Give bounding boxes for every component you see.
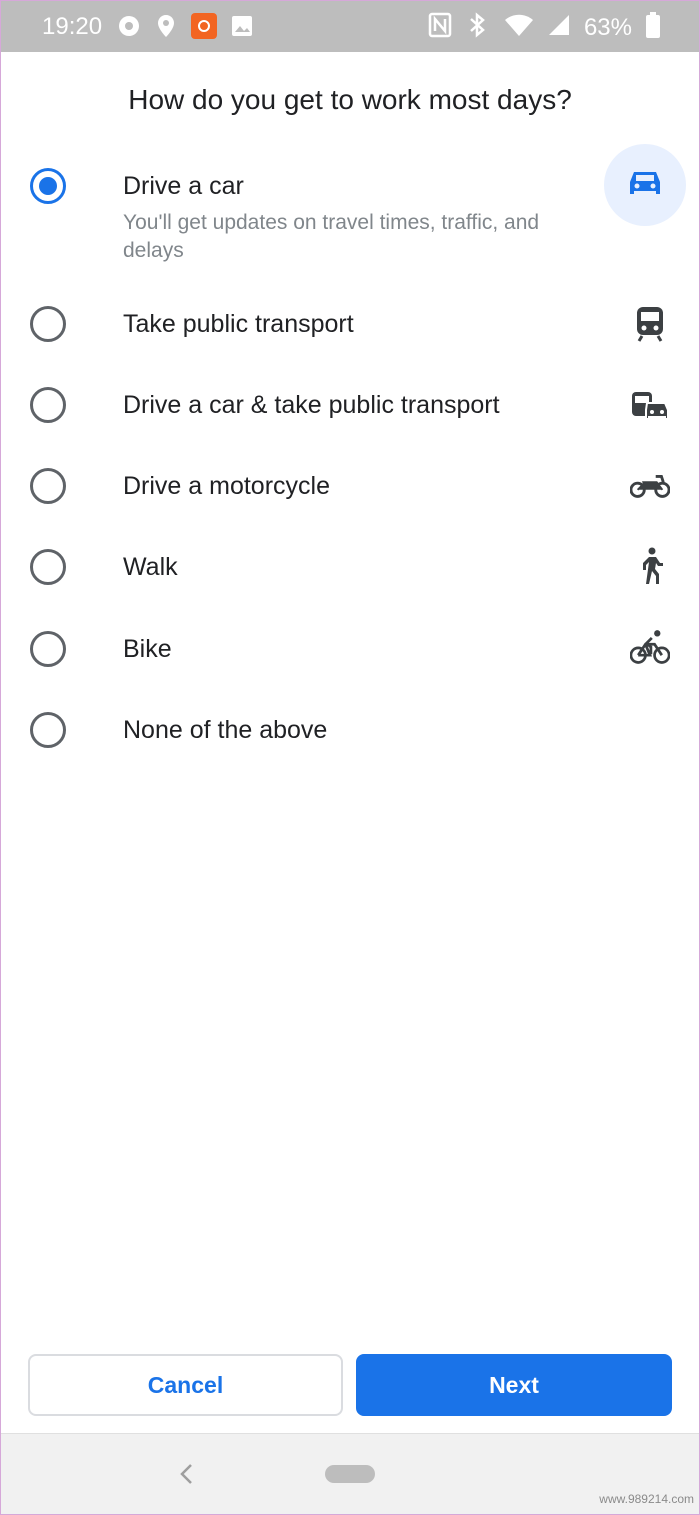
app-notification-icon <box>191 13 217 39</box>
motorcycle-icon <box>630 466 670 506</box>
next-button[interactable]: Next <box>356 1354 672 1416</box>
question-title: How do you get to work most days? <box>128 84 572 115</box>
wifi-icon <box>504 13 534 42</box>
cancel-button[interactable]: Cancel <box>28 1354 343 1416</box>
nfc-icon <box>428 12 452 43</box>
location-icon <box>153 13 179 39</box>
option-car-and-transport[interactable]: Drive a car & take public transport <box>0 371 700 441</box>
option-label: Drive a motorcycle <box>123 472 330 500</box>
option-label: Walk <box>123 553 178 581</box>
option-label: Drive a car <box>123 172 244 200</box>
option-public-transport[interactable]: Take public transport <box>0 290 700 360</box>
bike-icon <box>630 627 670 667</box>
radio-walk[interactable] <box>30 549 66 585</box>
option-drive-car[interactable]: Drive a car You'll get updates on travel… <box>0 144 700 270</box>
radio-none[interactable] <box>30 712 66 748</box>
bluetooth-icon <box>466 12 490 43</box>
radio-motorcycle[interactable] <box>30 468 66 504</box>
option-motorcycle[interactable]: Drive a motorcycle <box>0 452 700 522</box>
car-icon <box>628 168 662 203</box>
train-icon <box>630 304 670 344</box>
radio-public-transport[interactable] <box>30 306 66 342</box>
back-icon[interactable] <box>172 1456 200 1492</box>
option-subtitle: You'll get updates on travel times, traf… <box>123 211 540 262</box>
status-time: 19:20 <box>42 13 103 40</box>
option-walk[interactable]: Walk <box>0 533 700 603</box>
car-and-bus-icon <box>630 385 670 425</box>
radio-bike[interactable] <box>30 631 66 667</box>
option-label: Take public transport <box>123 310 354 338</box>
home-pill[interactable] <box>325 1465 375 1483</box>
status-bar: 19:20 63% <box>0 0 700 52</box>
option-label: Bike <box>123 635 172 663</box>
radio-drive-car[interactable] <box>30 168 66 204</box>
selected-icon-bubble <box>604 144 686 226</box>
system-nav-bar: www.989214.com <box>0 1433 700 1515</box>
option-label: None of the above <box>123 716 328 744</box>
image-icon <box>229 13 255 39</box>
record-icon <box>116 13 142 39</box>
walk-icon <box>630 547 670 587</box>
status-right-group: 63% <box>428 12 660 43</box>
cell-signal-icon <box>548 14 570 41</box>
battery-percent: 63% <box>583 13 632 41</box>
option-label: Drive a car & take public transport <box>123 391 500 419</box>
radio-car-and-transport[interactable] <box>30 387 66 423</box>
watermark: www.989214.com <box>599 1492 694 1506</box>
option-none[interactable]: None of the above <box>0 696 700 766</box>
option-bike[interactable]: Bike <box>0 615 700 685</box>
battery-icon <box>646 12 660 43</box>
